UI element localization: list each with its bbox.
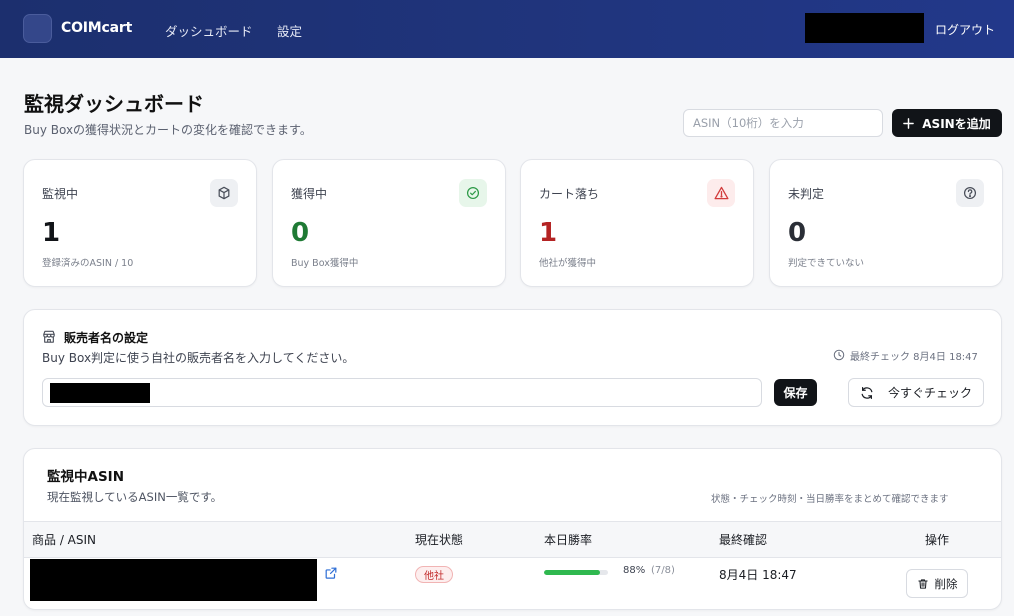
store-icon <box>43 330 55 343</box>
logout-link[interactable]: ログアウト <box>935 21 995 38</box>
page-subtitle: Buy Boxの獲得状況とカートの変化を確認できます。 <box>24 123 312 137</box>
check-circle-icon <box>459 179 487 207</box>
column-last-confirmed[interactable]: 最終確認 <box>719 531 767 548</box>
column-actions: 操作 <box>925 533 950 547</box>
stat-value: 0 <box>291 218 310 248</box>
asin-list-subtitle: 現在監視しているASIN一覧です。 <box>47 490 223 504</box>
help-circle-icon <box>956 179 984 207</box>
column-win-rate[interactable]: 本日勝率 <box>544 531 592 548</box>
brand-logo[interactable] <box>23 14 52 43</box>
check-now-label: 今すぐチェック <box>887 386 972 400</box>
redacted-product-info <box>30 559 317 601</box>
nav-settings[interactable]: 設定 <box>277 21 302 40</box>
refresh-icon <box>861 386 873 399</box>
stat-card-winning: 獲得中 0 Buy Box獲得中 <box>272 159 506 287</box>
add-asin-label: ASINを追加 <box>922 116 991 131</box>
asin-input[interactable] <box>683 109 883 137</box>
win-rate-bar <box>544 570 608 575</box>
column-product-asin[interactable]: 商品 / ASIN <box>32 531 96 548</box>
stat-desc: 登録済みのASIN / 10 <box>42 258 134 269</box>
alert-triangle-icon <box>707 179 735 207</box>
status-badge: 他社 <box>415 566 453 583</box>
stat-label: カート落ち <box>539 187 600 201</box>
last-check-time: 最終チェック 8月4日 18:47 <box>850 352 978 363</box>
table-header <box>24 521 1001 558</box>
delete-label: 削除 <box>934 576 958 591</box>
redacted-user-name <box>805 13 924 43</box>
trash-icon <box>917 578 928 589</box>
delete-button[interactable]: 削除 <box>906 569 968 598</box>
box-icon <box>210 179 238 207</box>
asin-list-note: 状態・チェック時刻・当日勝率をまとめて確認できます <box>711 494 949 505</box>
seller-name-input[interactable] <box>42 378 762 407</box>
seller-settings-title: 販売者名の設定 <box>64 331 149 345</box>
win-rate-ratio: (7/8) <box>651 565 675 576</box>
stat-card-cart-lost: カート落ち 1 他社が獲得中 <box>520 159 754 287</box>
asin-list-title: 監視中ASIN <box>47 469 124 485</box>
plus-icon <box>903 117 915 129</box>
stat-desc: Buy Box獲得中 <box>291 258 359 269</box>
stat-label: 獲得中 <box>291 187 328 201</box>
external-link-icon[interactable] <box>324 566 338 580</box>
stat-card-monitoring: 監視中 1 登録済みのASIN / 10 <box>23 159 257 287</box>
column-status[interactable]: 現在状態 <box>415 531 463 548</box>
seller-settings-subtitle: Buy Box判定に使う自社の販売者名を入力してください。 <box>42 351 355 365</box>
clock-icon <box>833 349 845 361</box>
top-navigation-bar: COIMcart ダッシュボード 設定 ログアウト <box>0 0 1014 58</box>
check-now-button[interactable]: 今すぐチェック <box>848 378 984 407</box>
win-rate-percent: 88% <box>623 565 646 576</box>
redacted-seller-name <box>50 383 150 403</box>
stat-value: 1 <box>539 218 558 248</box>
stat-label: 監視中 <box>42 187 79 201</box>
stat-value: 0 <box>788 218 807 248</box>
stat-value: 1 <box>42 218 61 248</box>
stat-desc: 判定できていない <box>788 258 865 269</box>
stat-label: 未判定 <box>788 187 825 201</box>
brand-name[interactable]: COIMcart <box>61 20 132 36</box>
stat-desc: 他社が獲得中 <box>539 258 597 269</box>
page-title: 監視ダッシュボード <box>24 92 204 116</box>
seller-settings-card <box>23 309 1002 426</box>
nav-dashboard[interactable]: ダッシュボード <box>165 21 253 40</box>
stat-card-undetermined: 未判定 0 判定できていない <box>769 159 1003 287</box>
last-confirmed-time: 8月4日 18:47 <box>719 568 797 582</box>
win-rate-bar-fill <box>544 570 601 575</box>
save-button[interactable]: 保存 <box>774 379 817 406</box>
add-asin-button[interactable]: ASINを追加 <box>892 109 1002 137</box>
